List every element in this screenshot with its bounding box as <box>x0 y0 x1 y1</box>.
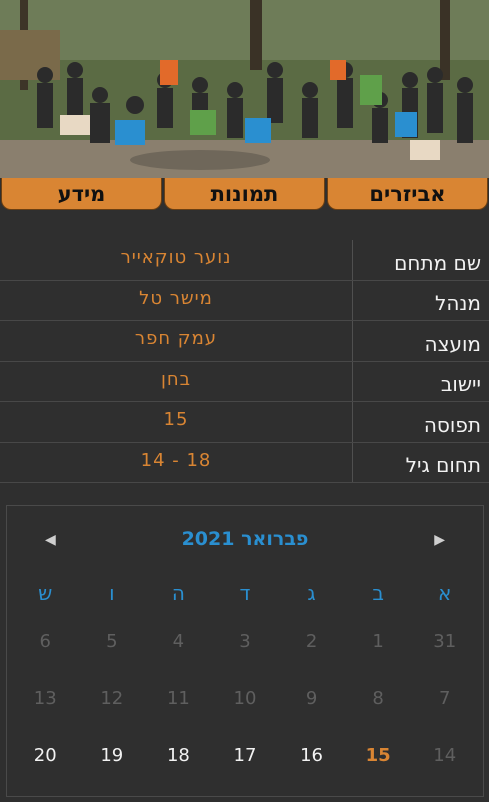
calendar-day[interactable]: 7 <box>411 688 478 745</box>
calendar-day[interactable]: 6 <box>12 631 79 688</box>
calendar-day[interactable]: 2 <box>278 631 345 688</box>
calendar-week: 7 8 9 10 11 12 13 <box>12 688 478 745</box>
info-label: יישוב <box>352 361 489 401</box>
info-row-age-range: תחום גיל 14 - 18 <box>0 442 489 483</box>
info-row-site-name: שם מתחם נוער טוקאייר <box>0 240 489 281</box>
weekday-label: ש <box>38 581 53 605</box>
calendar-day[interactable]: 5 <box>79 631 146 688</box>
tab-accessories[interactable]: אביזרים <box>327 178 488 210</box>
calendar-day[interactable]: 4 <box>145 631 212 688</box>
weekday-label: ו <box>109 581 115 605</box>
info-value: 15 <box>163 409 189 431</box>
calendar-day[interactable]: 16 <box>278 745 345 802</box>
calendar-header: ◀ פברואר 2021 ▶ <box>7 526 483 556</box>
calendar-month-title: פברואר 2021 <box>181 528 309 550</box>
info-label: תפוסה <box>352 402 489 442</box>
weekday-label: ד <box>239 581 251 605</box>
calendar-day[interactable]: 20 <box>12 745 79 802</box>
info-row-council: מועצה עמק חפר <box>0 321 489 362</box>
calendar-days: 31 1 2 3 4 5 6 7 8 9 10 11 12 13 14 15 1… <box>12 631 478 802</box>
weekday-label: ג <box>307 581 316 605</box>
info-label: מנהל <box>352 280 489 320</box>
info-row-manager: מנהל מישר טל <box>0 280 489 321</box>
calendar: ◀ פברואר 2021 ▶ א ב ג ד ה ו ש 31 1 2 3 4… <box>6 505 484 797</box>
tab-photos[interactable]: תמונות <box>164 178 325 210</box>
weekday-label: א <box>438 581 452 605</box>
tab-bar: אביזרים תמונות מידע <box>0 178 489 212</box>
info-value: עמק חפר <box>134 328 218 350</box>
calendar-day[interactable]: 18 <box>145 745 212 802</box>
info-row-settlement: יישוב בחן <box>0 361 489 402</box>
calendar-day-today[interactable]: 15 <box>345 745 412 802</box>
calendar-day[interactable]: 11 <box>145 688 212 745</box>
calendar-day[interactable]: 10 <box>212 688 279 745</box>
weekday-label: ה <box>171 581 185 605</box>
info-row-capacity: תפוסה 15 <box>0 402 489 443</box>
calendar-day[interactable]: 13 <box>12 688 79 745</box>
calendar-day[interactable]: 17 <box>212 745 279 802</box>
weekday-header: א ב ג ד ה ו ש <box>12 581 478 605</box>
calendar-day[interactable]: 8 <box>345 688 412 745</box>
group-photo <box>0 0 489 178</box>
info-label: תחום גיל <box>352 442 489 482</box>
info-label: שם מתחם <box>352 240 489 280</box>
calendar-day[interactable]: 1 <box>345 631 412 688</box>
calendar-week: 14 15 16 17 18 19 20 <box>12 745 478 802</box>
info-table: שם מתחם נוער טוקאייר מנהל מישר טל מועצה … <box>0 240 489 483</box>
calendar-day[interactable]: 31 <box>411 631 478 688</box>
weekday-label: ב <box>372 581 384 605</box>
calendar-day[interactable]: 3 <box>212 631 279 688</box>
info-label: מועצה <box>352 321 489 361</box>
info-value: 14 - 18 <box>140 449 212 471</box>
calendar-day[interactable]: 12 <box>79 688 146 745</box>
next-month-icon[interactable]: ▶ <box>434 532 445 548</box>
calendar-day[interactable]: 9 <box>278 688 345 745</box>
info-value: נוער טוקאייר <box>120 247 232 269</box>
tab-info[interactable]: מידע <box>1 178 162 210</box>
calendar-week: 31 1 2 3 4 5 6 <box>12 631 478 688</box>
info-value: בחן <box>160 368 192 390</box>
calendar-day[interactable]: 19 <box>79 745 146 802</box>
info-value: מישר טל <box>139 287 213 309</box>
calendar-day[interactable]: 14 <box>411 745 478 802</box>
